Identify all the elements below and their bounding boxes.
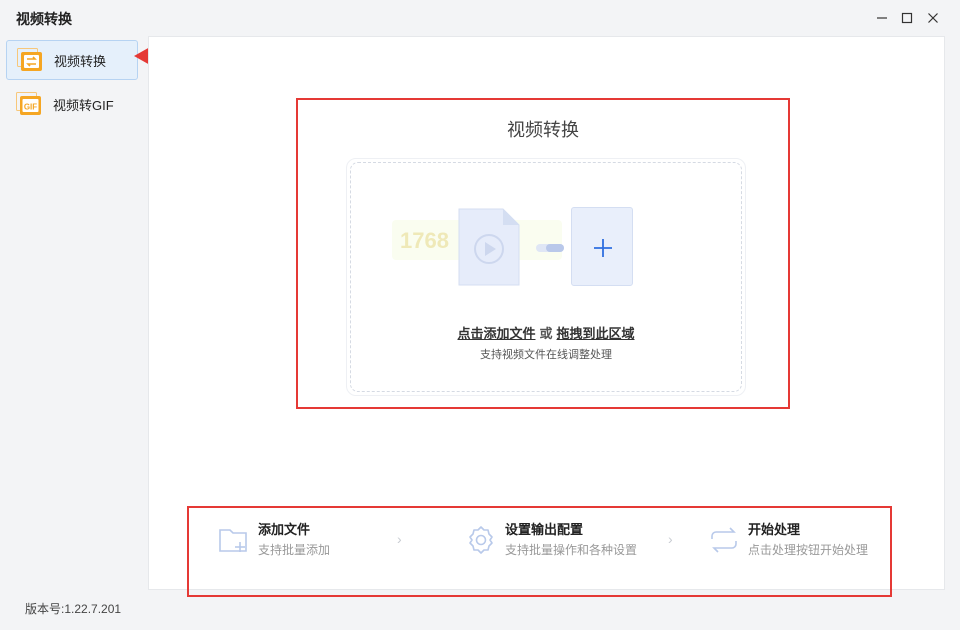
folder-add-icon <box>219 529 247 552</box>
plus-icon <box>594 239 612 257</box>
sidebar-item-label: 视频转换 <box>54 53 107 69</box>
step-desc: 支持批量操作和各种设置 <box>505 543 638 557</box>
or-text: 或 <box>539 326 553 341</box>
add-file-link[interactable]: 点击添加文件 <box>457 326 535 341</box>
gif-icon: GIF <box>16 92 42 116</box>
step-title: 设置输出配置 <box>505 522 584 537</box>
maximize-button[interactable] <box>895 6 919 30</box>
sidebar-item-video-to-gif[interactable]: GIF 视频转GIF <box>6 84 138 124</box>
title-bar: 视频转换 <box>0 0 960 36</box>
faded-text: 1768 <box>400 228 449 253</box>
minimize-icon <box>877 17 887 19</box>
connector-icon <box>536 244 564 252</box>
video-convert-icon <box>17 48 43 72</box>
step-title: 添加文件 <box>258 522 311 537</box>
step-title: 开始处理 <box>748 522 801 537</box>
page-title: 视频转换 <box>507 120 579 140</box>
repeat-icon <box>711 527 737 553</box>
step-desc: 点击处理按钮开始处理 <box>748 543 869 557</box>
drag-here-link[interactable]: 拖拽到此区域 <box>557 326 635 341</box>
maximize-icon <box>901 12 913 24</box>
step-desc: 支持批量添加 <box>258 543 331 557</box>
gear-icon <box>469 526 493 554</box>
sidebar: 视频转换 GIF 视频转GIF 版本号:1.22.7.201 <box>0 36 148 630</box>
video-file-icon <box>458 208 520 286</box>
drop-subtitle: 支持视频文件在线调整处理 <box>480 349 612 361</box>
minimize-button[interactable] <box>870 6 894 30</box>
close-button[interactable] <box>921 6 945 30</box>
step-add-file: 添加文件 支持批量添加 <box>218 520 330 564</box>
step-output-settings: 设置输出配置 支持批量操作和各种设置 <box>465 520 637 564</box>
svg-text:GIF: GIF <box>24 103 37 112</box>
drop-instruction: 点击添加文件或拖拽到此区域 <box>350 323 742 342</box>
chevron-right-icon: › <box>397 531 402 547</box>
close-icon <box>928 13 938 23</box>
sidebar-item-video-convert[interactable]: 视频转换 <box>6 40 138 80</box>
add-file-button[interactable] <box>571 207 633 286</box>
sidebar-item-label: 视频转GIF <box>53 97 114 113</box>
chevron-right-icon: › <box>668 531 673 547</box>
app-title: 视频转换 <box>16 11 72 27</box>
version-label: 版本号:1.22.7.201 <box>25 602 122 616</box>
step-start-processing: 开始处理 点击处理按钮开始处理 <box>708 520 868 564</box>
